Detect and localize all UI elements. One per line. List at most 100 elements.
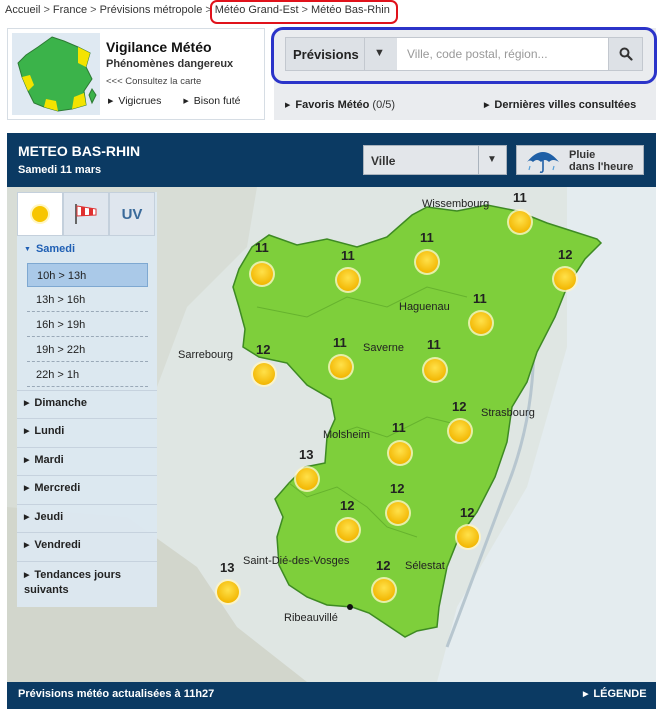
slot-item[interactable]: 16h > 19h — [27, 313, 148, 337]
breadcrumb-separator: > — [90, 4, 97, 16]
sun-icon[interactable] — [445, 416, 475, 446]
triangle-right-icon: ▶ — [583, 691, 589, 698]
breadcrumb-item-accueil[interactable]: Accueil — [5, 4, 40, 16]
city-label-haguenau[interactable]: Haguenau — [399, 301, 450, 313]
ville-select[interactable]: Ville ▼ — [363, 145, 507, 175]
triangle-right-icon: ▶ — [24, 514, 30, 521]
slot-item[interactable]: 13h > 16h — [27, 288, 148, 312]
sun-icon[interactable] — [249, 359, 279, 389]
city-label-molsheim[interactable]: Molsheim — [323, 429, 370, 441]
breadcrumb-item-previsions-metropole[interactable]: Prévisions métropole — [100, 4, 203, 16]
day-item-lundi[interactable]: ▶ Lundi — [17, 425, 157, 437]
favorites-link[interactable]: ▶ Favoris Météo (0/5) — [285, 99, 395, 111]
divider — [17, 532, 157, 533]
city-label-saint-die-des-vosges[interactable]: Saint-Dié-des-Vosges — [243, 555, 349, 567]
favorites-label: Favoris Météo — [295, 99, 370, 111]
panel-title: METEO BAS-RHIN — [18, 143, 141, 159]
city-label-sarrebourg[interactable]: Sarrebourg — [178, 349, 233, 361]
rain-next-hour-button[interactable]: Pluie dans l'heure — [516, 145, 644, 175]
vigilance-box[interactable]: Vigilance Météo Phénomènes dangereux <<<… — [7, 28, 265, 120]
bison-fute-link[interactable]: ▶ Bison futé — [183, 95, 240, 107]
sun-icon[interactable] — [292, 464, 322, 494]
vigilance-map-link[interactable]: <<< Consultez la carte — [106, 76, 201, 87]
city-label-selestat[interactable]: Sélestat — [405, 560, 445, 572]
city-label-wissembourg[interactable]: Wissembourg — [422, 198, 489, 210]
day-label: Vendredi — [34, 539, 81, 551]
tab-uv[interactable]: UV — [109, 192, 155, 236]
bison-fute-label: Bison futé — [193, 95, 241, 107]
triangle-right-icon: ▶ — [24, 400, 30, 407]
day-item-mardi[interactable]: ▶ Mardi — [17, 454, 157, 466]
map-temperature: 12 — [256, 342, 271, 357]
last-cities-label: Dernières villes consultées — [494, 99, 637, 111]
sun-icon[interactable] — [420, 355, 450, 385]
last-cities-link[interactable]: ▶ Dernières villes consultées — [484, 99, 636, 111]
day-item-jeudi[interactable]: ▶ Jeudi — [17, 511, 157, 523]
city-label-saverne[interactable]: Saverne — [363, 342, 404, 354]
day-label: Samedi — [35, 243, 76, 255]
sun-icon[interactable] — [383, 498, 413, 528]
triangle-right-icon: ▶ — [285, 102, 291, 109]
sun-icon[interactable] — [333, 265, 363, 295]
slot-item[interactable]: 22h > 1h — [27, 363, 148, 387]
sun-icon[interactable] — [385, 438, 415, 468]
divider — [17, 447, 157, 448]
day-label: Mercredi — [34, 482, 81, 494]
vigilance-title[interactable]: Vigilance Météo — [106, 39, 212, 55]
day-item-mercredi[interactable]: ▶ Mercredi — [17, 482, 157, 494]
day-item-samedi[interactable]: ▼ Samedi — [17, 243, 157, 255]
favorites-count: (0/5) — [372, 99, 396, 111]
forecast-side-menu: UV ▼ Samedi 10h > 13h 13h > 16h 16h > 19h… — [17, 192, 157, 607]
map-temperature: 11 — [420, 230, 434, 245]
city-label-strasbourg[interactable]: Strasbourg — [481, 407, 535, 419]
map-temperature: 11 — [427, 337, 441, 352]
day-item-tendances[interactable]: ▶ Tendances jours suivants — [17, 568, 147, 597]
sun-icon[interactable] — [466, 308, 496, 338]
sun-icon[interactable] — [550, 264, 580, 294]
legend-link[interactable]: ▶ LÉGENDE — [583, 688, 647, 700]
sun-icon[interactable] — [333, 515, 363, 545]
sun-icon[interactable] — [505, 207, 535, 237]
uv-tab-label: UV — [121, 205, 143, 223]
triangle-right-icon: ▶ — [24, 457, 30, 464]
slot-item[interactable]: 19h > 22h — [27, 338, 148, 362]
divider — [17, 390, 157, 391]
vigilance-france-map[interactable] — [12, 33, 100, 115]
sun-icon[interactable] — [412, 247, 442, 277]
sun-icon[interactable] — [453, 522, 483, 552]
map-temperature: 13 — [299, 447, 314, 462]
sun-icon[interactable] — [213, 577, 243, 607]
sun-icon[interactable] — [369, 575, 399, 605]
map-temperature: 11 — [392, 420, 406, 435]
triangle-right-icon: ▶ — [24, 428, 30, 435]
triangle-right-icon: ▶ — [24, 485, 30, 492]
rain-label-line1: Pluie — [569, 149, 596, 161]
vigicrues-link[interactable]: ▶ Vigicrues — [108, 95, 161, 107]
map-temperature: 11 — [333, 335, 347, 350]
breadcrumb-item-france[interactable]: France — [53, 4, 87, 16]
triangle-down-icon: ▼ — [487, 154, 497, 165]
triangle-right-icon: ▶ — [24, 572, 30, 579]
ville-select-label: Ville — [371, 154, 396, 168]
panel-date: Samedi 11 mars — [18, 164, 102, 176]
map-temperature: 12 — [376, 558, 391, 573]
map-temperature: 11 — [473, 291, 487, 306]
sun-icon[interactable] — [247, 259, 277, 289]
select-divider — [478, 146, 479, 174]
day-item-dimanche[interactable]: ▶ Dimanche — [17, 397, 157, 409]
triangle-right-icon: ▶ — [183, 98, 189, 105]
divider — [17, 475, 157, 476]
weather-panel: METEO BAS-RHIN Samedi 11 mars Ville ▼ Pl… — [7, 133, 656, 709]
map-temperature: 12 — [452, 399, 467, 414]
tab-weather[interactable] — [17, 192, 63, 236]
slot-item[interactable]: 10h > 13h — [27, 263, 148, 287]
divider — [17, 504, 157, 505]
tab-wind[interactable] — [63, 192, 109, 236]
sun-icon[interactable] — [326, 352, 356, 382]
day-item-vendredi[interactable]: ▶ Vendredi — [17, 539, 157, 551]
divider — [17, 561, 157, 562]
day-label: Dimanche — [34, 397, 87, 409]
umbrella-icon — [527, 152, 559, 174]
city-label-ribeauville[interactable]: Ribeauvillé — [284, 612, 338, 624]
map-temperature: 11 — [341, 248, 355, 263]
